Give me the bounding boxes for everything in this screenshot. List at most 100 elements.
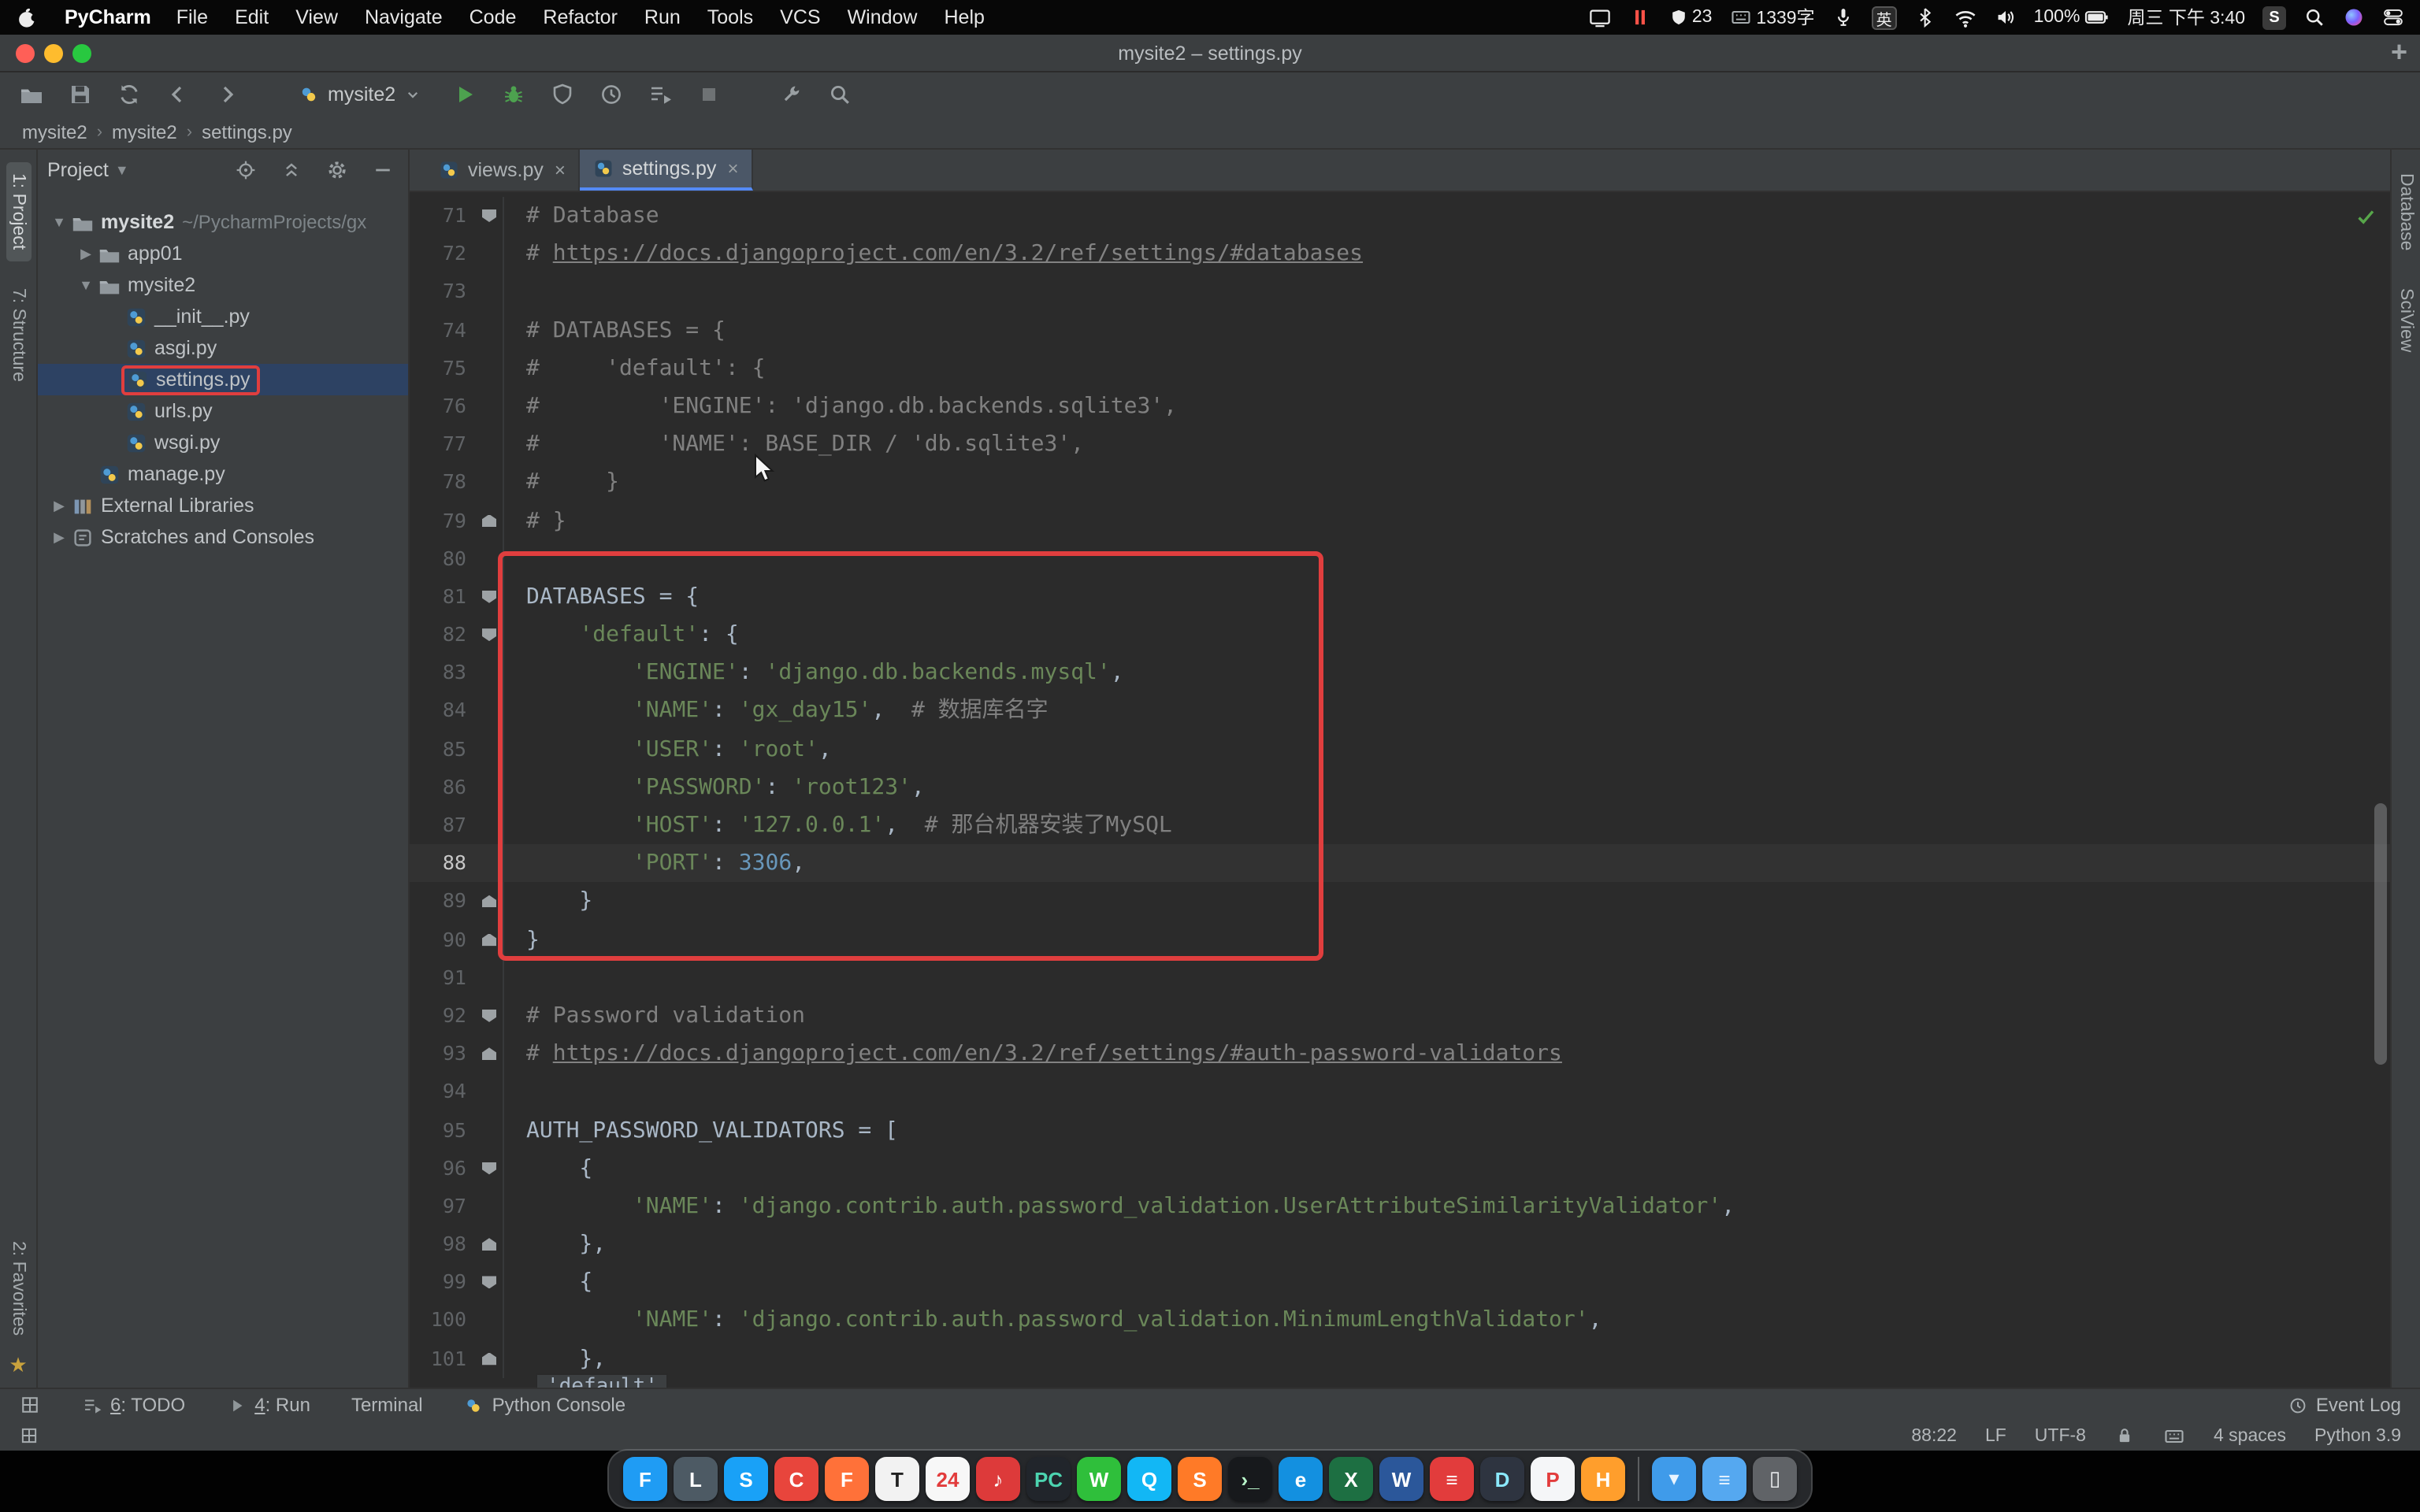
dock-icon-chrome[interactable]: C <box>774 1457 818 1501</box>
fold-marker[interactable] <box>476 502 504 539</box>
toolwindow-4-run[interactable]: 4: Run <box>226 1394 310 1416</box>
open-folder-button[interactable] <box>16 78 47 109</box>
minimize-window-button[interactable] <box>44 44 63 63</box>
code-line-81[interactable]: 81DATABASES = { <box>410 578 2390 616</box>
chevron-down-icon[interactable]: ▼ <box>115 162 129 178</box>
input-counter[interactable]: 1339字 <box>1729 5 1814 30</box>
inspections-ok-check-icon[interactable] <box>2354 205 2377 228</box>
panel-settings-button[interactable] <box>321 154 353 186</box>
spotlight-search-icon[interactable] <box>2303 6 2325 28</box>
code-line-71[interactable]: 71# Database <box>410 197 2390 235</box>
fold-marker[interactable] <box>476 1264 504 1302</box>
inspections-ok-icon[interactable] <box>2354 200 2377 230</box>
python-interpreter[interactable]: Python 3.9 <box>2314 1426 2401 1445</box>
fold-marker[interactable] <box>476 921 504 958</box>
tree-item-asgi-py[interactable]: asgi.py <box>38 332 408 364</box>
collapse-all-button[interactable] <box>276 154 307 186</box>
hide-panel-button[interactable] <box>367 154 399 186</box>
zoom-window-button[interactable] <box>72 44 91 63</box>
fold-marker[interactable] <box>476 197 504 235</box>
code-line-92[interactable]: 92# Password validation <box>410 997 2390 1035</box>
tree-item-mysite2[interactable]: ▼mysite2~/PycharmProjects/gx <box>38 206 408 238</box>
dock-icon-sogou[interactable]: S <box>1178 1457 1222 1501</box>
code-line-96[interactable]: 96 { <box>410 1149 2390 1187</box>
code-line-89[interactable]: 89 } <box>410 883 2390 921</box>
tree-expand-arrow[interactable]: ▼ <box>74 277 98 293</box>
toolwindow-6-todo[interactable]: 6: TODO <box>82 1394 185 1416</box>
code-line-76[interactable]: 76# 'ENGINE': 'django.db.backends.sqlite… <box>410 387 2390 425</box>
tree-expand-arrow[interactable]: ▼ <box>47 214 71 230</box>
dock-icon-finder[interactable]: F <box>623 1457 667 1501</box>
input-mode-icon[interactable] <box>2163 1425 2185 1447</box>
tree-item-urls-py[interactable]: urls.py <box>38 395 408 427</box>
code-line-75[interactable]: 75# 'default': { <box>410 350 2390 387</box>
apple-menu[interactable] <box>16 6 39 29</box>
fold-marker[interactable] <box>476 1035 504 1073</box>
profiler-button[interactable] <box>596 78 627 109</box>
tool-strip-database[interactable]: Database <box>2393 162 2418 261</box>
tree-collapse-arrow[interactable]: ▶ <box>47 528 71 546</box>
fold-marker[interactable] <box>476 997 504 1035</box>
dock-icon-pycharm[interactable]: PC <box>1026 1457 1071 1501</box>
tool-strip-structure[interactable]: 7: Structure <box>6 276 31 392</box>
tree-item-wsgi-py[interactable]: wsgi.py <box>38 427 408 458</box>
code-line-93[interactable]: 93# https://docs.djangoproject.com/en/3.… <box>410 1035 2390 1073</box>
editor-scrollbar[interactable] <box>2374 803 2387 1065</box>
dock-icon-terminal[interactable]: ›_ <box>1228 1457 1272 1501</box>
lock-icon[interactable] <box>2114 1425 2135 1446</box>
code-line-72[interactable]: 72# https://docs.djangoproject.com/en/3.… <box>410 235 2390 272</box>
tree-item-mysite2[interactable]: ▼mysite2 <box>38 269 408 301</box>
dock-icon-word[interactable]: W <box>1379 1457 1423 1501</box>
code-line-86[interactable]: 86 'PASSWORD': 'root123', <box>410 769 2390 806</box>
dock-icon-wechat[interactable]: W <box>1077 1457 1121 1501</box>
dock-icon-launchpad[interactable]: L <box>674 1457 718 1501</box>
locate-file-button[interactable] <box>230 154 262 186</box>
breadcrumb-item[interactable]: settings.py <box>202 120 292 143</box>
toolwindow-terminal[interactable]: Terminal <box>351 1394 423 1416</box>
code-line-88[interactable]: 88 'PORT': 3306, <box>410 844 2390 882</box>
code-line-90[interactable]: 90} <box>410 921 2390 958</box>
dock-icon-edge[interactable]: e <box>1279 1457 1323 1501</box>
code-line-84[interactable]: 84 'NAME': 'gx_day15', # 数据库名字 <box>410 692 2390 730</box>
fold-marker[interactable] <box>476 1149 504 1187</box>
menu-window[interactable]: Window <box>848 6 918 28</box>
battery-status[interactable]: 100% <box>2034 5 2110 30</box>
tool-windows-icon[interactable] <box>19 1393 41 1417</box>
dock-icon-folder-documents[interactable]: ≡ <box>1702 1457 1746 1501</box>
code-line-80[interactable]: 80 <box>410 539 2390 577</box>
close-window-button[interactable] <box>16 44 35 63</box>
code-line-85[interactable]: 85 'USER': 'root', <box>410 730 2390 768</box>
dock-icon-qq[interactable]: Q <box>1127 1457 1171 1501</box>
forward-button[interactable] <box>211 78 243 109</box>
control-center-icon[interactable] <box>2382 6 2404 28</box>
fold-marker[interactable] <box>476 616 504 654</box>
tool-strip-favorites[interactable]: 2: Favorites <box>6 1230 31 1347</box>
wrench-button[interactable] <box>775 78 807 109</box>
tree-item-app01[interactable]: ▶app01 <box>38 238 408 269</box>
toolwindow-python-console[interactable]: Python Console <box>464 1394 625 1416</box>
dock-icon-hbuilder[interactable]: H <box>1581 1457 1625 1501</box>
vpn-status[interactable]: 23 <box>1668 7 1713 28</box>
screen-mirroring-icon[interactable] <box>1588 6 1612 29</box>
microphone-icon[interactable] <box>1832 6 1854 28</box>
dock-icon-safari[interactable]: S <box>724 1457 768 1501</box>
menu-run[interactable]: Run <box>644 6 681 28</box>
debug-button[interactable] <box>498 78 529 109</box>
concurrency-button[interactable] <box>644 78 676 109</box>
tree-item-external-libraries[interactable]: ▶External Libraries <box>38 490 408 521</box>
menu-navigate[interactable]: Navigate <box>365 6 443 28</box>
volume-icon[interactable] <box>1995 6 2017 28</box>
menu-tools[interactable]: Tools <box>707 6 753 28</box>
fold-marker[interactable] <box>476 1225 504 1263</box>
breadcrumb-item[interactable]: mysite2 <box>22 120 87 143</box>
menu-view[interactable]: View <box>295 6 338 28</box>
recording-pause-icon[interactable] <box>1629 6 1651 28</box>
search-everywhere-button[interactable] <box>824 78 856 109</box>
menu-edit[interactable]: Edit <box>235 6 269 28</box>
code-line-74[interactable]: 74# DATABASES = { <box>410 311 2390 349</box>
fold-marker[interactable] <box>476 883 504 921</box>
menu-help[interactable]: Help <box>945 6 985 28</box>
menu-refactor[interactable]: Refactor <box>543 6 618 28</box>
dock-icon-music[interactable]: ♪ <box>976 1457 1020 1501</box>
project-panel-title[interactable]: Project <box>47 159 109 181</box>
